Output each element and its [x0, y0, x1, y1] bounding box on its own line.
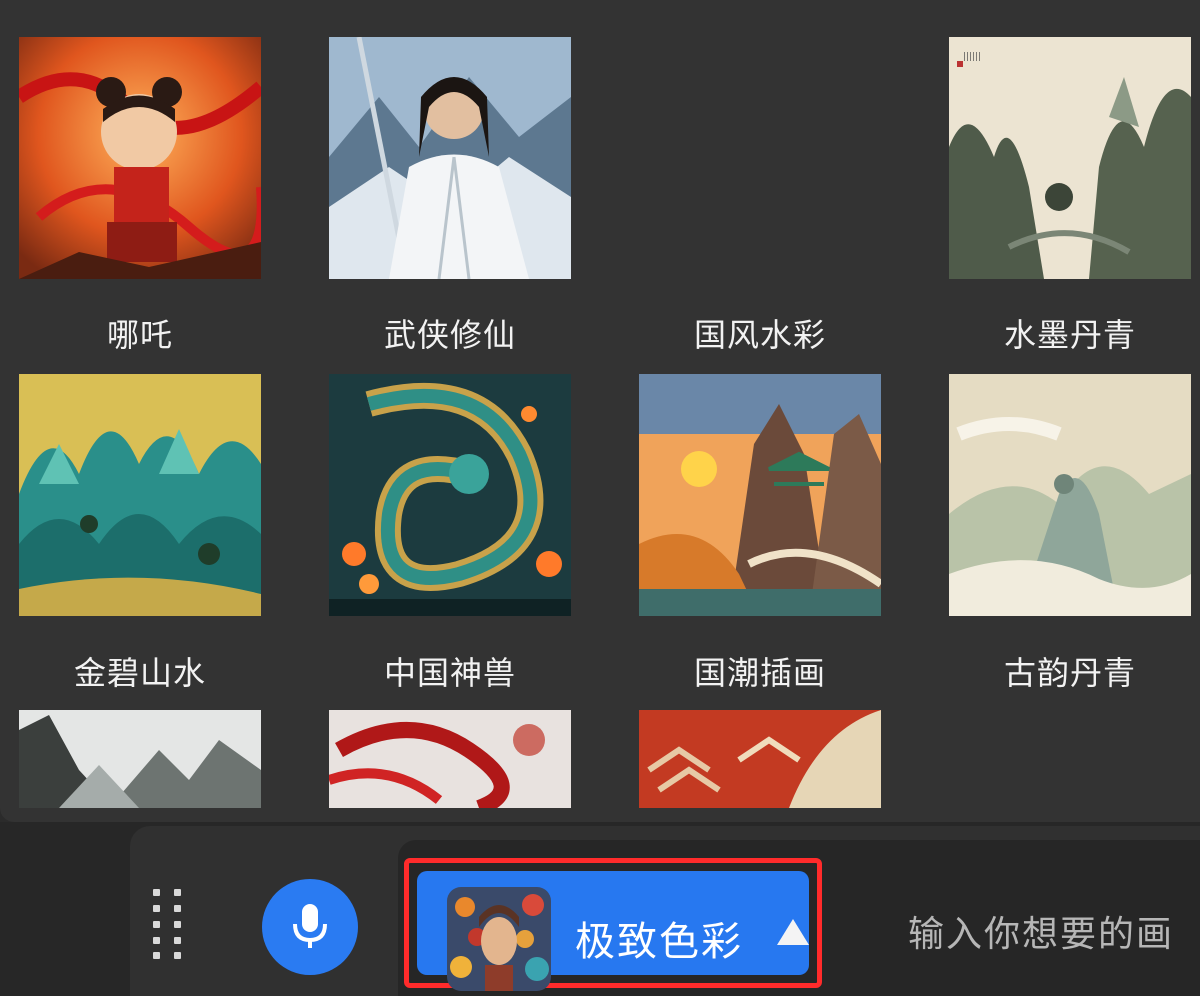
style-card-ink[interactable]: ||||||: [949, 37, 1191, 279]
style-card-red-pine[interactable]: [639, 710, 881, 808]
red-pine-image: [639, 710, 881, 808]
style-label: 武侠修仙: [383, 316, 516, 354]
gold-green-landscape-image: [19, 374, 261, 616]
style-label: 金碧山水: [73, 654, 206, 692]
style-card-misty-mountains[interactable]: [19, 710, 261, 808]
style-card-beast[interactable]: [329, 374, 571, 616]
prompt-placeholder[interactable]: 输入你想要的画: [908, 905, 1174, 957]
style-card-wuxia[interactable]: [329, 37, 571, 279]
style-card-nezha[interactable]: [19, 37, 261, 279]
wuxia-image: [329, 37, 571, 279]
style-card-red-dragon[interactable]: [329, 710, 571, 808]
red-dragon-image: [329, 710, 571, 808]
style-card-jinbi[interactable]: [19, 374, 261, 616]
microphone-icon: [293, 904, 327, 948]
grip-dots-icon[interactable]: [153, 889, 185, 959]
style-card-guochao[interactable]: [639, 374, 881, 616]
voice-input-button[interactable]: [262, 879, 358, 975]
style-card-guyun[interactable]: [949, 374, 1191, 616]
style-selector-button[interactable]: 极致色彩: [404, 858, 822, 991]
ink-wash-image: ||||||: [949, 37, 1191, 279]
ancient-painting-image: [949, 374, 1191, 616]
style-selector-fill: 极致色彩: [417, 871, 809, 991]
style-label: 古韵丹青: [1003, 654, 1136, 692]
dragon-image: [329, 374, 571, 616]
style-label: 水墨丹青: [1003, 316, 1136, 354]
caret-up-icon: [777, 919, 809, 945]
style-label: 国风水彩: [693, 316, 826, 354]
style-label: 哪吒: [106, 316, 173, 354]
nezha-image: [19, 37, 261, 279]
style-gallery-panel: |||||| 哪吒 武侠修仙 国风水彩 水墨丹青 金碧山水 中国神兽 国潮插画 …: [0, 0, 1200, 822]
style-label: 中国神兽: [383, 654, 516, 692]
selected-style-label: 极致色彩: [575, 919, 743, 965]
misty-mountains-image: [19, 710, 261, 808]
gallery-title-partial: [548, 0, 718, 6]
style-label: 国潮插画: [693, 654, 826, 692]
guochao-illustration-image: [639, 374, 881, 616]
svg-text:||||||: ||||||: [963, 52, 981, 62]
selected-style-thumbnail: [447, 887, 551, 991]
